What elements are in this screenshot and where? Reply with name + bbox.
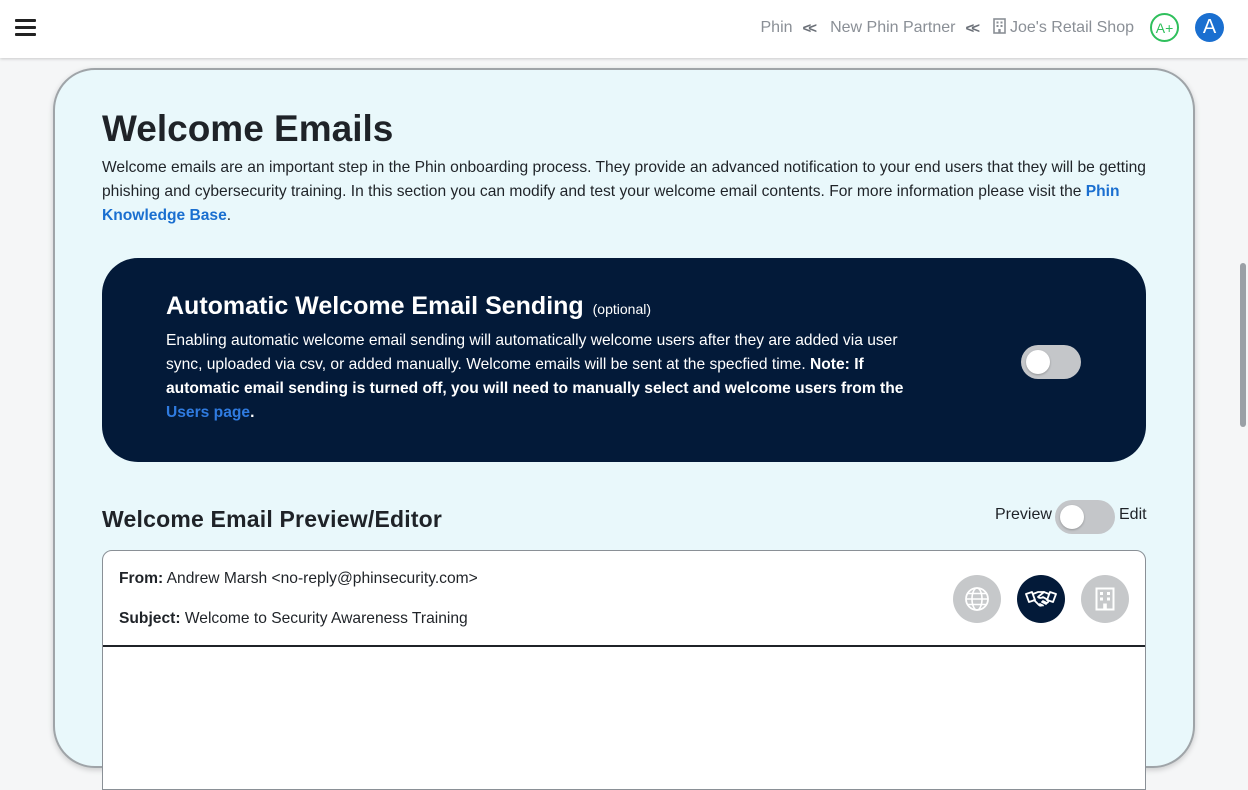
toggle-knob bbox=[1026, 350, 1050, 374]
email-subject: Subject: Welcome to Security Awareness T… bbox=[119, 610, 468, 627]
auto-sending-title: Automatic Welcome Email Sending (optiona… bbox=[166, 292, 652, 320]
double-chevron-left-icon: << bbox=[802, 19, 817, 37]
toggle-knob bbox=[1060, 505, 1084, 529]
avatar[interactable]: A bbox=[1195, 13, 1224, 42]
scrollbar-thumb[interactable] bbox=[1240, 263, 1246, 427]
auto-sending-toggle[interactable] bbox=[1021, 345, 1081, 379]
scrollbar[interactable] bbox=[1238, 58, 1248, 702]
users-page-link[interactable]: Users page bbox=[166, 404, 250, 421]
email-from: From: Andrew Marsh <no-reply@phinsecurit… bbox=[119, 570, 478, 587]
breadcrumb-company[interactable]: Joe's Retail Shop bbox=[1010, 19, 1134, 37]
top-bar: Phin << New Phin Partner << Joe's Retail… bbox=[0, 0, 1248, 58]
handshake-icon[interactable] bbox=[1017, 575, 1065, 623]
edit-label: Edit bbox=[1119, 506, 1147, 523]
email-preview: From: Andrew Marsh <no-reply@phinsecurit… bbox=[102, 550, 1146, 790]
breadcrumb-phin[interactable]: Phin bbox=[761, 19, 793, 37]
grade-badge: A+ bbox=[1150, 13, 1179, 42]
intro-text: Welcome emails are an important step in … bbox=[102, 159, 1146, 224]
auto-sending-description: Enabling automatic welcome email sending… bbox=[166, 332, 904, 421]
menu-icon[interactable] bbox=[15, 18, 36, 37]
auto-sending-panel: Automatic Welcome Email Sending (optiona… bbox=[102, 258, 1146, 462]
welcome-emails-card: Welcome Emails Welcome emails are an imp… bbox=[53, 68, 1195, 790]
preview-label: Preview bbox=[995, 506, 1052, 523]
building-icon bbox=[993, 17, 1006, 39]
building-icon[interactable] bbox=[1081, 575, 1129, 623]
preview-edit-toggle[interactable] bbox=[1055, 500, 1115, 534]
editor-title: Welcome Email Preview/Editor bbox=[102, 506, 443, 532]
breadcrumb: Phin << New Phin Partner << Joe's Retail… bbox=[761, 17, 1134, 39]
globe-icon[interactable] bbox=[953, 575, 1001, 623]
page-title: Welcome Emails bbox=[102, 108, 394, 149]
double-chevron-left-icon: << bbox=[965, 19, 979, 37]
email-header: From: Andrew Marsh <no-reply@phinsecurit… bbox=[103, 551, 1145, 647]
optional-label: (optional) bbox=[592, 301, 652, 317]
breadcrumb-partner[interactable]: New Phin Partner bbox=[830, 19, 955, 37]
